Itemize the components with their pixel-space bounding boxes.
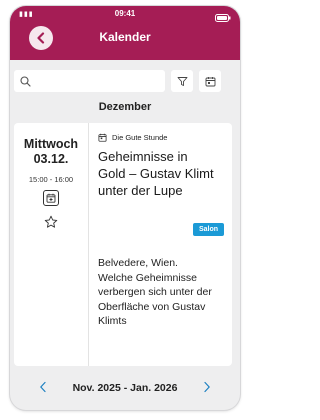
category-badge: Salon — [192, 223, 224, 236]
battery-icon — [215, 9, 231, 27]
event-time: 15:00 - 16:00 — [28, 175, 74, 184]
event-weekday: Mittwoch — [23, 137, 79, 151]
calendar-add-icon — [46, 193, 56, 203]
previous-range-button[interactable] — [36, 378, 50, 396]
calendar-icon — [205, 76, 215, 86]
search-toolbar — [14, 70, 221, 92]
event-title: Geheimnisse in Gold – Gustav Klimt unter… — [98, 149, 214, 198]
app-header: ▮▮▮ 09:41 Kalender — [10, 6, 240, 60]
month-heading: Dezember — [98, 101, 152, 113]
page-title: Kalender — [99, 30, 151, 44]
chevron-right-icon — [204, 381, 210, 393]
status-time: 09:41 — [114, 9, 136, 18]
app-screen: ▮▮▮ 09:41 Kalender Dezember Mittwoch 03.… — [10, 6, 240, 410]
search-box[interactable] — [14, 70, 165, 92]
event-date: 03.12. — [33, 152, 69, 166]
date-range-pager: Nov. 2025 - Jan. 2026 — [10, 366, 240, 410]
event-source-label: Die Gute Stunde — [112, 133, 168, 142]
date-range-label: Nov. 2025 - Jan. 2026 — [72, 382, 178, 394]
event-description: Belvedere, Wien. Welche Geheimnisse verb… — [98, 257, 212, 327]
event-card[interactable]: Mittwoch 03.12. 15:00 - 16:00 Die Gute S… — [14, 123, 232, 366]
filter-button[interactable] — [171, 70, 193, 92]
event-source: Die Gute Stunde — [98, 133, 232, 142]
add-to-calendar-button[interactable] — [43, 190, 59, 206]
filter-icon — [177, 76, 187, 86]
next-range-button[interactable] — [200, 378, 214, 396]
event-date-column: Mittwoch 03.12. 15:00 - 16:00 — [14, 123, 89, 366]
calendar-icon — [98, 133, 107, 142]
search-input[interactable] — [35, 76, 165, 86]
status-bar: ▮▮▮ 09:41 — [10, 6, 240, 22]
search-icon — [20, 75, 31, 87]
chevron-left-icon — [40, 381, 46, 393]
favorite-star-icon[interactable] — [44, 215, 58, 229]
event-details: Die Gute Stunde Geheimnisse in Gold – Gu… — [98, 123, 232, 366]
calendar-view-button[interactable] — [199, 70, 221, 92]
